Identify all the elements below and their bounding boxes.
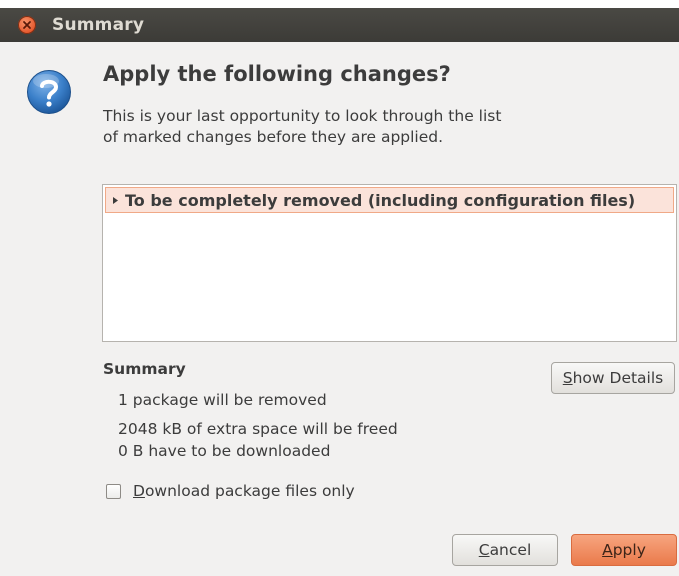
expander-arrow-icon[interactable] (107, 196, 123, 205)
summary-heading: Summary (103, 360, 186, 378)
summary-line-removed: 1 package will be removed (118, 391, 327, 409)
changes-list[interactable]: To be completely removed (including conf… (102, 184, 677, 342)
dialog-description: This is your last opportunity to look th… (103, 107, 502, 146)
apply-label: pply (612, 541, 646, 559)
list-item-to-be-removed[interactable]: To be completely removed (including conf… (105, 187, 674, 213)
window-title: Summary (52, 15, 145, 35)
top-strip (0, 0, 679, 8)
cancel-label: ancel (489, 541, 532, 559)
download-only-checkbox[interactable] (106, 483, 121, 499)
show-details-label: how Details (572, 369, 664, 387)
summary-dialog: Apply the following changes? This is you… (0, 42, 679, 576)
question-icon (27, 70, 71, 114)
show-details-mnemonic: S (562, 369, 573, 387)
list-item-label: To be completely removed (including conf… (125, 190, 636, 210)
apply-mnemonic: A (602, 541, 613, 559)
download-only-label[interactable]: Download package files only (133, 482, 355, 500)
apply-button[interactable]: Apply (571, 534, 677, 566)
download-only-checkbox-row[interactable]: Download package files only (106, 482, 355, 500)
cancel-button[interactable]: Cancel (452, 534, 558, 566)
close-icon[interactable] (18, 16, 36, 34)
title-bar: Summary (0, 8, 679, 42)
summary-line-download: 0 B have to be downloaded (118, 442, 331, 460)
summary-line-freed: 2048 kB of extra space will be freed (118, 420, 398, 438)
cancel-mnemonic: C (478, 541, 490, 559)
dialog-heading: Apply the following changes? (103, 62, 451, 86)
show-details-button[interactable]: Show Details (551, 362, 675, 394)
